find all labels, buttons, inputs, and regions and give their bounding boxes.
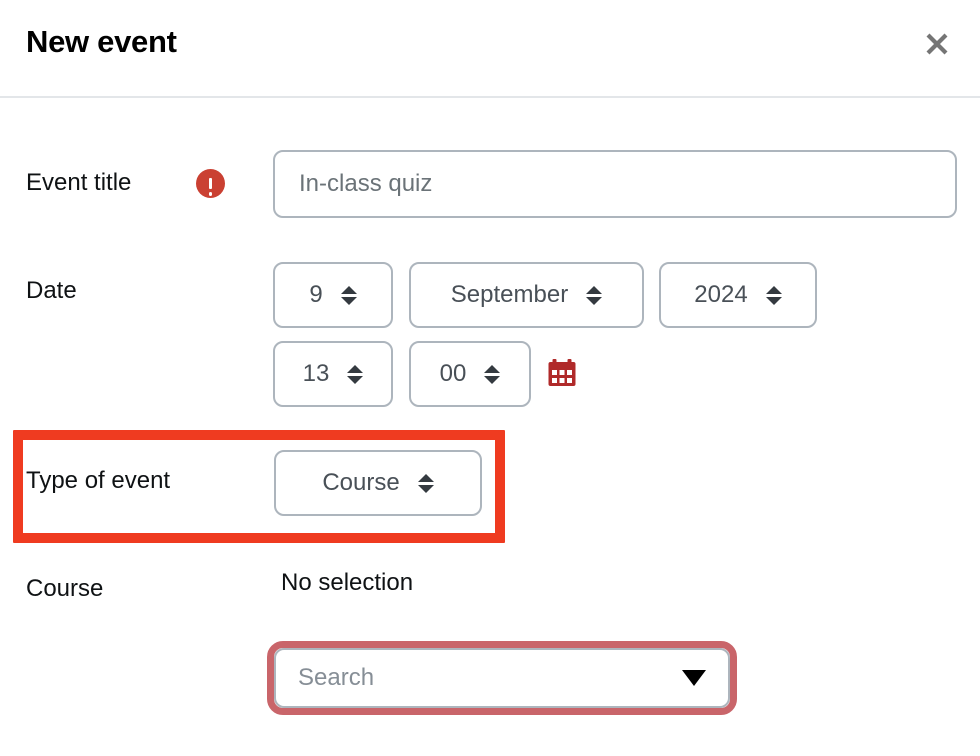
stepper-arrows-icon <box>347 364 364 384</box>
caret-down-icon[interactable] <box>682 670 706 686</box>
event-title-label: Event title <box>26 169 132 196</box>
type-of-event-label: Type of event <box>26 467 171 494</box>
modal-body: Event title Date 9 September 2024 13 00 <box>0 98 980 756</box>
exclamation-mark <box>208 178 213 196</box>
course-selection-value: No selection <box>281 569 414 596</box>
stepper-arrows-icon <box>765 285 782 305</box>
stepper-arrows-icon <box>484 364 501 384</box>
date-hour-value: 13 <box>302 360 330 387</box>
event-title-input[interactable] <box>273 150 957 218</box>
exclamation-circle-icon <box>196 169 225 198</box>
date-year-select[interactable]: 2024 <box>659 262 817 328</box>
date-minute-value: 00 <box>439 360 467 387</box>
type-of-event-value: Course <box>322 469 400 496</box>
course-search-placeholder: Search <box>298 664 375 691</box>
course-search-combobox[interactable]: Search <box>274 648 730 708</box>
date-month-select[interactable]: September <box>409 262 644 328</box>
date-label: Date <box>26 277 77 304</box>
date-day-value: 9 <box>309 281 323 308</box>
date-hour-select[interactable]: 13 <box>273 341 393 407</box>
stepper-arrows-icon <box>586 285 603 305</box>
close-icon <box>924 31 950 57</box>
calendar-icon[interactable] <box>547 358 577 388</box>
course-label: Course <box>26 575 104 602</box>
date-day-select[interactable]: 9 <box>273 262 393 328</box>
page-title: New event <box>26 24 177 59</box>
close-button[interactable] <box>916 23 958 65</box>
date-minute-select[interactable]: 00 <box>409 341 531 407</box>
modal-header: New event <box>0 0 980 98</box>
stepper-arrows-icon <box>340 285 357 305</box>
date-year-value: 2024 <box>694 281 748 308</box>
stepper-arrows-icon <box>417 473 434 493</box>
type-of-event-select[interactable]: Course <box>274 450 482 516</box>
date-month-value: September <box>450 281 569 308</box>
